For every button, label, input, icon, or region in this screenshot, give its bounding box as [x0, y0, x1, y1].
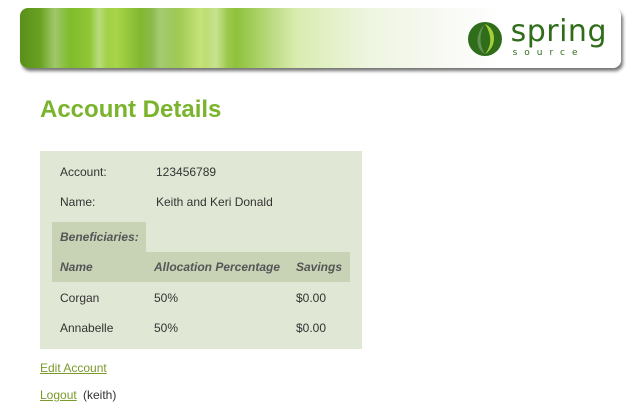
- edit-account-link[interactable]: Edit Account: [40, 361, 107, 375]
- beneficiary-allocation: 50%: [154, 291, 179, 305]
- page-title: Account Details: [40, 96, 222, 123]
- banner-streak: [140, 8, 180, 68]
- springsource-logo: spring source: [467, 16, 607, 62]
- banner-streak: [205, 8, 227, 68]
- column-header-allocation: Allocation Percentage: [154, 260, 281, 274]
- logged-in-user: (keith): [83, 388, 117, 402]
- beneficiary-savings: $0.00: [296, 291, 327, 305]
- account-details-panel: Account: 123456789 Name: Keith and Keri …: [40, 151, 362, 349]
- column-header-savings: Savings: [296, 260, 343, 274]
- beneficiary-allocation: 50%: [154, 321, 179, 335]
- account-number: 123456789: [156, 165, 217, 179]
- account-holder-name: Keith and Keri Donald: [156, 195, 273, 209]
- beneficiary-savings: $0.00: [296, 321, 327, 335]
- column-header-name: Name: [60, 260, 93, 274]
- beneficiary-name: Annabelle: [60, 321, 114, 335]
- banner-streak: [90, 8, 108, 68]
- logout-link[interactable]: Logout: [40, 388, 77, 402]
- logo-subtitle: source: [512, 47, 585, 58]
- beneficiary-name: Corgan: [60, 291, 100, 305]
- header-banner: spring source: [20, 8, 621, 68]
- beneficiaries-table-header: Name Allocation Percentage Savings: [52, 252, 350, 282]
- account-label: Account:: [60, 165, 107, 179]
- beneficiaries-heading: Beneficiaries:: [52, 222, 146, 252]
- banner-streak: [40, 8, 70, 68]
- logo-wordmark: spring: [510, 13, 607, 49]
- name-label: Name:: [60, 195, 96, 209]
- leaf-logo-icon: [467, 22, 502, 56]
